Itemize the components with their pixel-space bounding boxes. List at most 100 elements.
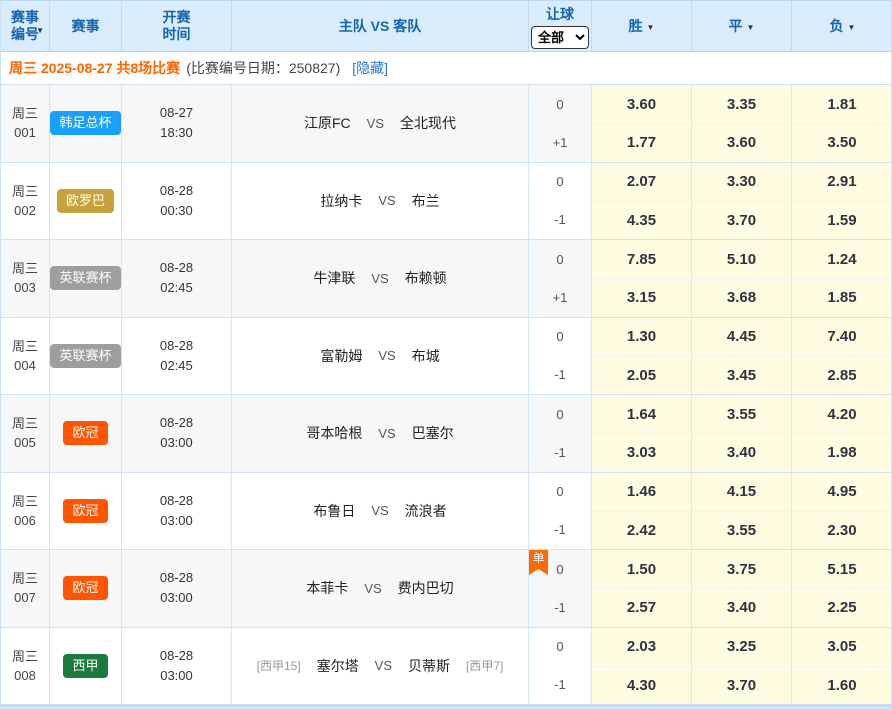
lose-odds[interactable]: 7.40: [792, 318, 892, 356]
league-cell: 欧冠: [50, 473, 122, 550]
draw-odds[interactable]: 4.45: [692, 318, 792, 356]
handicap-filter-select[interactable]: 全部: [531, 26, 589, 49]
draw-odds[interactable]: 3.60: [692, 123, 792, 161]
lose-odds[interactable]: 5.15: [792, 550, 892, 588]
lose-odds[interactable]: 2.85: [792, 356, 892, 394]
header-win[interactable]: 胜 ▼: [592, 1, 692, 51]
home-team: 塞尔塔: [317, 656, 359, 676]
lose-odds[interactable]: 1.24: [792, 240, 892, 278]
odds-line: 01.464.154.95: [529, 473, 892, 511]
vs-label: VS: [378, 193, 395, 208]
start-clock: 03:00: [160, 511, 193, 531]
hide-link[interactable]: [隐藏]: [352, 58, 388, 78]
vs-label: VS: [378, 348, 395, 363]
lose-odds[interactable]: 4.95: [792, 473, 892, 511]
league-cell: 英联赛杯: [50, 240, 122, 317]
lose-odds[interactable]: 2.25: [792, 588, 892, 626]
draw-odds[interactable]: 3.35: [692, 85, 792, 123]
match-row: 周三005欧冠08-2803:00哥本哈根VS巴塞尔01.643.554.20-…: [1, 395, 891, 473]
win-odds[interactable]: 1.77: [592, 123, 692, 161]
win-odds[interactable]: 2.05: [592, 356, 692, 394]
lose-odds[interactable]: 3.05: [792, 628, 892, 666]
win-odds[interactable]: 1.30: [592, 318, 692, 356]
odds-line: -12.053.452.85: [529, 356, 892, 394]
lose-odds[interactable]: 2.30: [792, 511, 892, 549]
start-time: 08-2802:45: [122, 240, 232, 317]
win-odds[interactable]: 3.60: [592, 85, 692, 123]
teams-cell: [西甲15]塞尔塔VS贝蒂斯[西甲7]: [232, 628, 529, 705]
away-rank: [西甲7]: [466, 657, 503, 674]
handicap-value: -1: [529, 511, 592, 549]
chevron-down-icon: ▼: [36, 26, 44, 35]
league-badge: 英联赛杯: [50, 266, 120, 290]
draw-odds[interactable]: 3.55: [692, 511, 792, 549]
match-number: 周三008: [1, 628, 50, 705]
odds-line: -14.353.701.59: [529, 201, 892, 239]
draw-odds[interactable]: 3.75: [692, 550, 792, 588]
header-teams: 主队 VS 客队: [232, 1, 529, 51]
draw-odds[interactable]: 3.70: [692, 201, 792, 239]
header-win-label: 胜: [629, 16, 643, 36]
header-match-number[interactable]: 赛事编号 ▼: [1, 1, 50, 51]
handicap-value: -1: [529, 201, 592, 239]
win-odds[interactable]: 4.30: [592, 666, 692, 704]
draw-odds[interactable]: 3.68: [692, 278, 792, 316]
win-odds[interactable]: 1.46: [592, 473, 692, 511]
lose-odds[interactable]: 1.59: [792, 201, 892, 239]
match-day: 周三: [12, 104, 38, 123]
lose-odds[interactable]: 1.98: [792, 433, 892, 471]
odds-line: 01.503.755.15: [529, 550, 892, 588]
win-odds[interactable]: 2.42: [592, 511, 692, 549]
lose-odds[interactable]: 1.60: [792, 666, 892, 704]
win-odds[interactable]: 3.15: [592, 278, 692, 316]
win-odds[interactable]: 2.57: [592, 588, 692, 626]
teams-cell: 拉纳卡VS布兰: [232, 163, 529, 240]
draw-odds[interactable]: 3.70: [692, 666, 792, 704]
start-time: 08-2803:00: [122, 473, 232, 550]
header-time: 开赛时间: [122, 1, 232, 51]
vs-label: VS: [371, 503, 388, 518]
draw-odds[interactable]: 5.10: [692, 240, 792, 278]
win-odds[interactable]: 2.03: [592, 628, 692, 666]
match-day: 周三: [12, 569, 38, 588]
lose-odds[interactable]: 1.81: [792, 85, 892, 123]
draw-odds[interactable]: 4.15: [692, 473, 792, 511]
lose-odds[interactable]: 2.91: [792, 163, 892, 201]
header-lose[interactable]: 负 ▼: [792, 1, 892, 51]
draw-odds[interactable]: 3.55: [692, 395, 792, 433]
draw-odds[interactable]: 3.25: [692, 628, 792, 666]
match-row: 周三003英联赛杯08-2802:45牛津联VS布赖顿07.855.101.24…: [1, 240, 891, 318]
header-draw[interactable]: 平 ▼: [692, 1, 792, 51]
start-date: 08-28: [160, 258, 193, 278]
handicap-value: 0: [529, 318, 592, 356]
win-odds[interactable]: 4.35: [592, 201, 692, 239]
draw-odds[interactable]: 3.30: [692, 163, 792, 201]
away-team: 全北现代: [400, 113, 456, 133]
start-clock: 02:45: [160, 356, 193, 376]
handicap-value: 0: [529, 473, 592, 511]
start-clock: 03:00: [160, 433, 193, 453]
win-odds[interactable]: 7.85: [592, 240, 692, 278]
teams-cell: 哥本哈根VS巴塞尔: [232, 395, 529, 472]
win-odds[interactable]: 1.50: [592, 550, 692, 588]
lose-odds[interactable]: 4.20: [792, 395, 892, 433]
win-odds[interactable]: 3.03: [592, 433, 692, 471]
lose-odds[interactable]: 1.85: [792, 278, 892, 316]
draw-odds[interactable]: 3.45: [692, 356, 792, 394]
win-odds[interactable]: 1.64: [592, 395, 692, 433]
draw-odds[interactable]: 3.40: [692, 433, 792, 471]
win-odds[interactable]: 2.07: [592, 163, 692, 201]
match-number: 周三006: [1, 473, 50, 550]
odds-line: -13.033.401.98: [529, 433, 892, 471]
draw-odds[interactable]: 3.40: [692, 588, 792, 626]
lose-odds[interactable]: 3.50: [792, 123, 892, 161]
league-badge: 欧冠: [63, 499, 107, 523]
start-date: 08-28: [160, 568, 193, 588]
odds-line: -14.303.701.60: [529, 666, 892, 704]
start-time: 08-2802:45: [122, 318, 232, 395]
start-time: 08-2803:00: [122, 550, 232, 627]
league-cell: 欧罗巴: [50, 163, 122, 240]
chevron-down-icon: ▼: [848, 23, 856, 32]
start-clock: 03:00: [160, 588, 193, 608]
away-team: 流浪者: [405, 501, 447, 521]
